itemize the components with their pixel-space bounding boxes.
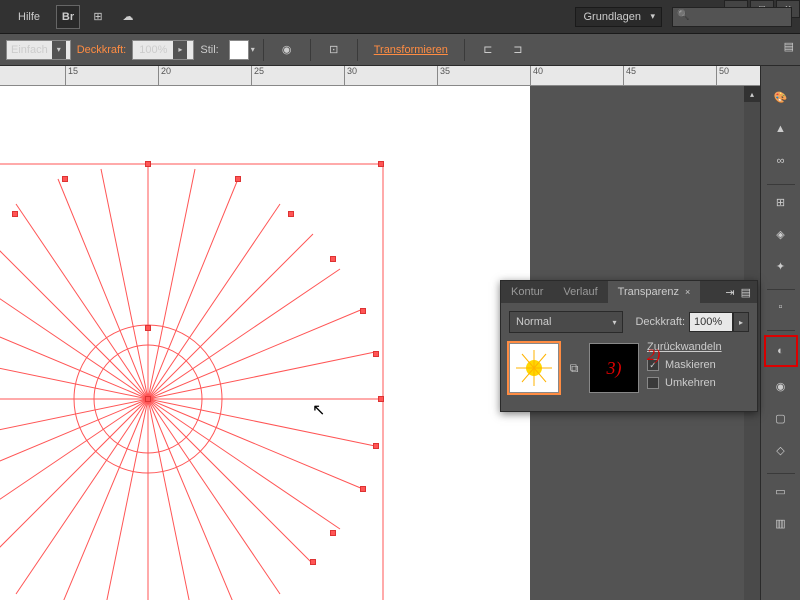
mask-thumb[interactable]: 3) bbox=[589, 343, 639, 393]
invert-checkbox[interactable] bbox=[647, 377, 659, 389]
tab-kontur[interactable]: Kontur bbox=[501, 281, 553, 303]
color-panel-icon[interactable]: 🎨 bbox=[767, 84, 795, 110]
opacity-stepper-icon[interactable]: ▸ bbox=[733, 312, 749, 332]
workspace-select[interactable]: Grundlagen bbox=[575, 7, 663, 27]
ruler-tick: 20 bbox=[158, 66, 171, 86]
close-tab-icon[interactable]: × bbox=[685, 287, 690, 297]
bridge-icon[interactable]: Br bbox=[56, 5, 80, 29]
invert-checkbox-label: Umkehren bbox=[665, 377, 716, 389]
link-mask-icon[interactable]: ⧉ bbox=[567, 358, 581, 378]
recolor-icon[interactable]: ◉ bbox=[276, 39, 298, 61]
panel-opacity-label: Deckkraft: bbox=[635, 316, 685, 328]
artwork-thumb[interactable] bbox=[509, 343, 559, 393]
arrange-icon[interactable]: ⊞ bbox=[86, 5, 110, 29]
ruler-tick: 30 bbox=[344, 66, 357, 86]
artwork-sunburst bbox=[0, 86, 530, 600]
symbols-panel-icon[interactable]: ✦ bbox=[767, 253, 795, 279]
artboards-panel-icon[interactable]: ▥ bbox=[767, 510, 795, 536]
right-dock: 🎨 ▲ ∞ ⊞ ◈ ✦ ▫ ◐ ◉ ▢ ◇ ▭ ▥ bbox=[760, 66, 800, 600]
blend-mode-label: Normal bbox=[516, 316, 551, 328]
path-mode-label: Einfach bbox=[11, 44, 48, 56]
workspace-label: Grundlagen bbox=[584, 11, 642, 23]
help-menu[interactable]: Hilfe bbox=[8, 11, 50, 23]
ruler-tick: 45 bbox=[623, 66, 636, 86]
brushes-panel-icon[interactable]: ◈ bbox=[767, 221, 795, 247]
transparency-panel: Kontur Verlauf Transparenz × ⇥ ▤ Normal De… bbox=[500, 280, 758, 412]
ruler-tick: 25 bbox=[251, 66, 264, 86]
cursor-icon: ↖ bbox=[312, 400, 325, 420]
gradient-panel-icon[interactable]: ◉ bbox=[767, 373, 795, 399]
search-input[interactable] bbox=[672, 7, 792, 27]
collapse-icon[interactable]: ⇥ bbox=[725, 286, 734, 299]
ruler-tick: 50 bbox=[716, 66, 729, 86]
blank-panel-icon[interactable]: ▫ bbox=[767, 294, 795, 320]
isolate-icon[interactable]: ⊏ bbox=[477, 39, 499, 61]
revert-button[interactable]: Zurückwandeln bbox=[647, 341, 749, 353]
canvas[interactable]: ↖ bbox=[0, 86, 530, 600]
sync-icon[interactable]: ☁ bbox=[116, 5, 140, 29]
invert-checkbox-row[interactable]: Umkehren bbox=[647, 377, 749, 389]
ruler-tick: 35 bbox=[437, 66, 450, 86]
panel-opacity-input[interactable] bbox=[689, 312, 733, 332]
tab-transparenz-label: Transparenz bbox=[618, 286, 679, 298]
opacity-label: Deckkraft: bbox=[77, 44, 127, 56]
path-mode-select[interactable]: Einfach▾ bbox=[6, 40, 71, 60]
horizontal-ruler: 15 20 25 30 35 40 45 50 bbox=[0, 66, 760, 86]
align-icon[interactable]: ⊡ bbox=[323, 39, 345, 61]
stroke-panel-icon[interactable]: ∞ bbox=[767, 148, 795, 174]
opacity-input[interactable]: 100%▸ bbox=[132, 40, 194, 60]
panel-options-icon[interactable]: ▤ bbox=[784, 40, 794, 53]
mask-checkbox-label: Maskieren bbox=[665, 359, 716, 371]
annotation-3: 3) bbox=[607, 358, 622, 379]
style-label: Stil: bbox=[200, 44, 218, 56]
scroll-up-icon[interactable]: ▴ bbox=[744, 86, 760, 102]
transparency-panel-icon[interactable]: ◐ bbox=[764, 335, 798, 367]
mask-icon[interactable]: ⊐ bbox=[507, 39, 529, 61]
color-guide-icon[interactable]: ▲ bbox=[767, 116, 795, 142]
ruler-tick: 40 bbox=[530, 66, 543, 86]
mask-checkbox-row[interactable]: Maskieren bbox=[647, 359, 749, 371]
swatches-panel-icon[interactable]: ⊞ bbox=[767, 189, 795, 215]
graphic-styles-icon[interactable]: ◇ bbox=[767, 437, 795, 463]
panel-menu-icon[interactable]: ▤ bbox=[741, 286, 751, 299]
tab-transparenz[interactable]: Transparenz × bbox=[608, 281, 701, 303]
transform-link[interactable]: Transformieren bbox=[374, 44, 448, 56]
ruler-tick: 15 bbox=[65, 66, 78, 86]
blend-mode-select[interactable]: Normal bbox=[509, 311, 623, 333]
opacity-value: 100% bbox=[139, 44, 167, 56]
layers-panel-icon[interactable]: ▭ bbox=[767, 478, 795, 504]
style-swatch[interactable] bbox=[229, 40, 249, 60]
tab-verlauf[interactable]: Verlauf bbox=[553, 281, 607, 303]
appearance-panel-icon[interactable]: ▢ bbox=[767, 405, 795, 431]
annotation-2: 2) bbox=[647, 347, 660, 365]
